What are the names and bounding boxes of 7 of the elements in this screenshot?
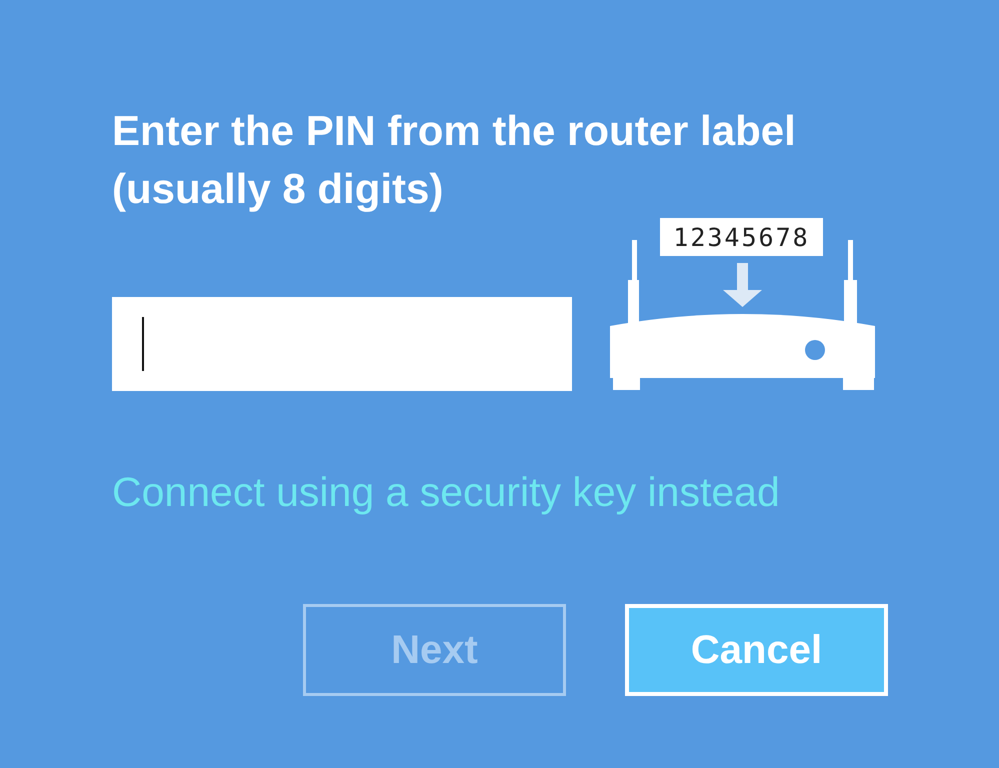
text-cursor-icon: [142, 317, 144, 371]
instruction-heading: Enter the PIN from the router label (usually 8 digits): [112, 106, 797, 214]
down-arrow-icon: [723, 263, 762, 307]
router-pin-label: 12345678: [660, 218, 823, 256]
security-key-link[interactable]: Connect using a security key instead: [112, 469, 780, 516]
pin-input-field[interactable]: [112, 297, 572, 391]
cancel-button[interactable]: Cancel: [625, 604, 888, 696]
